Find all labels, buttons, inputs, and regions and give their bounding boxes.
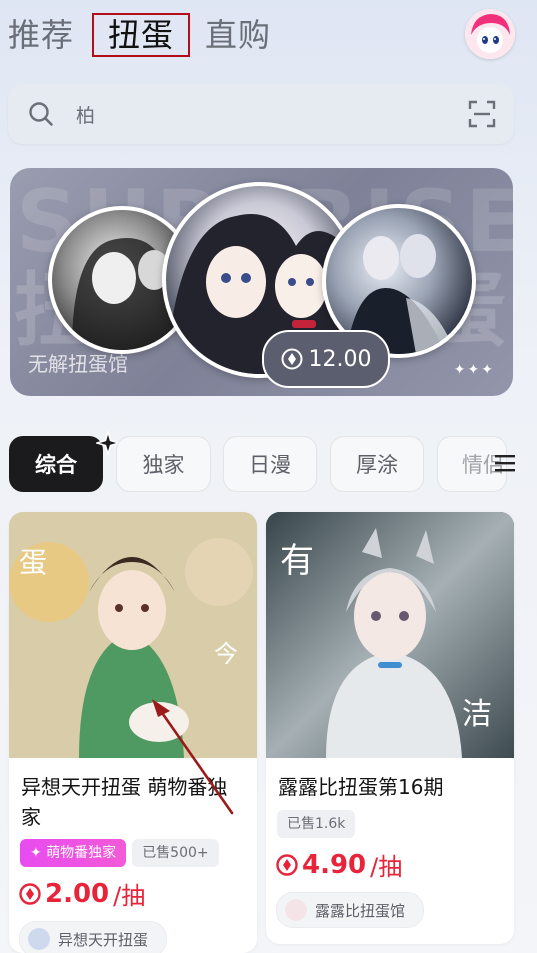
- category-tab-anime[interactable]: 日漫: [223, 436, 317, 492]
- product-image: 有 洁: [266, 512, 514, 758]
- svg-text:洁: 洁: [462, 697, 492, 732]
- coin-icon: [19, 882, 41, 905]
- search-bar[interactable]: 柏: [8, 84, 514, 144]
- svg-text:蛋: 蛋: [19, 546, 47, 579]
- product-card[interactable]: 有 洁 露露比扭蛋第16期 已售1.6k 4.90/抽 露露比扭蛋馆: [266, 512, 514, 944]
- search-icon: [29, 102, 53, 126]
- shop-link[interactable]: 露露比扭蛋馆: [276, 892, 425, 928]
- sold-count-badge: 已售500+: [132, 839, 219, 867]
- price-value: 4.90: [302, 849, 367, 880]
- coin-icon: [276, 853, 298, 876]
- sold-count-badge: 已售1.6k: [277, 810, 356, 838]
- avatar-icon: [465, 9, 515, 59]
- tab-direct-buy[interactable]: 直购: [205, 10, 271, 56]
- price: 2.00/抽: [19, 876, 145, 911]
- category-tab-label: 独家: [142, 453, 185, 477]
- sparkle-icon: ✦✦✦: [453, 362, 495, 378]
- shop-logo: [285, 899, 307, 921]
- exclusive-tag-label: 萌物番独家: [46, 845, 117, 861]
- shop-name: 异想天开扭蛋: [58, 930, 149, 949]
- tab-gacha[interactable]: 扭蛋: [92, 13, 191, 57]
- product-title: 露露比扭蛋第16期: [278, 775, 444, 799]
- price: 4.90/抽: [276, 847, 402, 882]
- exclusive-tag: ✦ 萌物番独家: [20, 839, 127, 867]
- shop-name: 露露比扭蛋馆: [315, 901, 406, 920]
- shop-link[interactable]: 异想天开扭蛋: [19, 921, 168, 953]
- category-tabs: 综合 独家 日漫 厚涂 情侣: [0, 431, 537, 494]
- price-unit: /抽: [370, 853, 403, 881]
- category-tab-all[interactable]: 综合: [9, 431, 120, 492]
- category-tab-label: 日漫: [249, 453, 291, 477]
- coin-icon: [281, 348, 302, 370]
- tab-recommend[interactable]: 推荐: [8, 10, 74, 56]
- menu-icon[interactable]: [493, 453, 517, 473]
- category-tab-label: 厚涂: [356, 453, 398, 477]
- category-tab-exclusive[interactable]: 独家: [116, 436, 211, 492]
- tag-row: 已售1.6k: [277, 810, 356, 838]
- category-tab-label: 综合: [35, 453, 77, 477]
- banner-price: 12.00: [308, 346, 372, 372]
- category-tab-thick-paint[interactable]: 厚涂: [330, 436, 424, 492]
- avatar[interactable]: [465, 9, 515, 59]
- banner-price-badge: 12.00: [262, 330, 390, 388]
- scan-icon[interactable]: [468, 100, 496, 128]
- price-unit: /抽: [113, 882, 146, 910]
- price-value: 2.00: [45, 878, 110, 909]
- top-tab-bar: 推荐 扭蛋 直购: [0, 0, 537, 72]
- featured-banner[interactable]: SURPRISE 扭 蛋 无解扭蛋馆: [10, 168, 513, 396]
- svg-text:今: 今: [214, 640, 238, 668]
- annotation-arrow-icon: [152, 699, 234, 815]
- tag-row: ✦ 萌物番独家 已售500+: [20, 839, 219, 867]
- shop-logo: [28, 928, 50, 950]
- svg-text:有: 有: [280, 541, 314, 581]
- search-input[interactable]: 柏: [76, 101, 95, 128]
